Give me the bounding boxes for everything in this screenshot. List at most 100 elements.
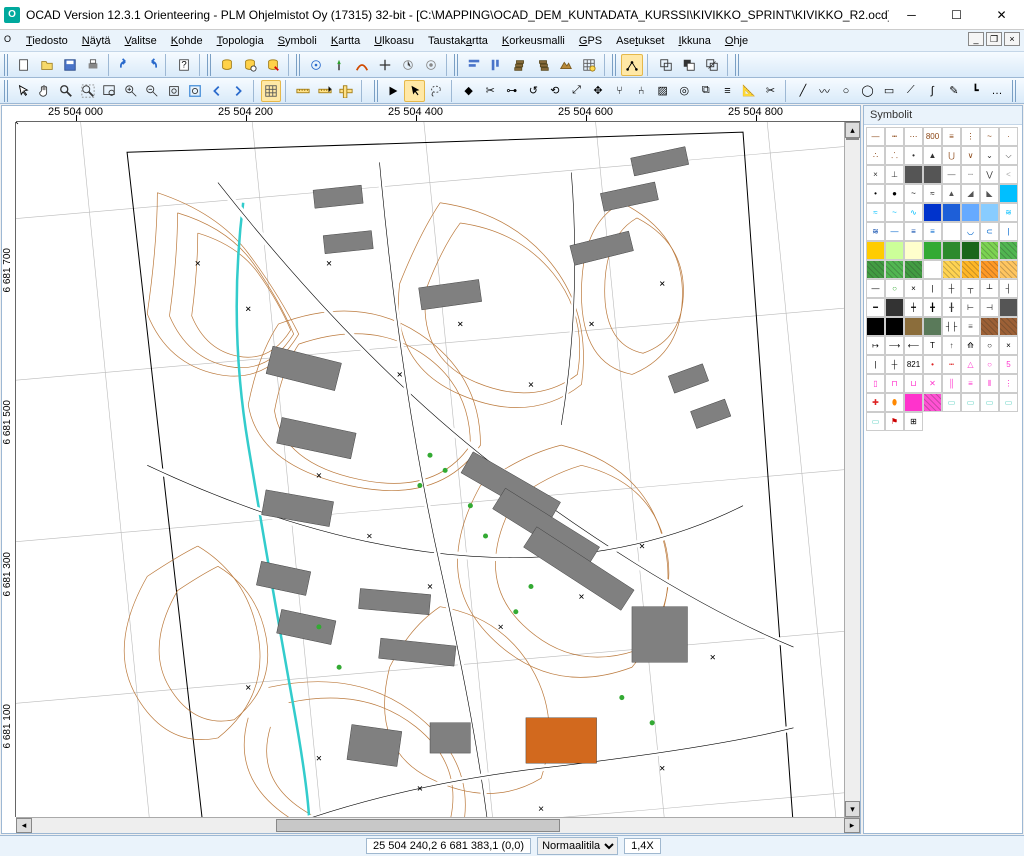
union-button[interactable]	[655, 54, 677, 76]
symbol-swatch[interactable]: ≡	[942, 127, 961, 146]
symbol-swatch[interactable]	[866, 317, 885, 336]
align-left-button[interactable]	[486, 54, 508, 76]
symbol-swatch[interactable]: ┅	[885, 127, 904, 146]
layers-left-button[interactable]	[509, 54, 531, 76]
duplicate-button[interactable]: ⧉	[696, 80, 717, 102]
symbol-swatch[interactable]: ≈	[866, 203, 885, 222]
select-tool[interactable]	[404, 80, 425, 102]
symbol-swatch[interactable]: 800	[923, 127, 942, 146]
zoom-prev-button[interactable]	[207, 80, 228, 102]
symbol-swatch[interactable]: ·	[999, 127, 1018, 146]
symbol-swatch[interactable]: ≡	[961, 374, 980, 393]
redo-button[interactable]	[139, 54, 161, 76]
symbol-swatch[interactable]: ⊞	[904, 412, 923, 431]
menu-asetukset[interactable]: Asetukset	[610, 33, 670, 49]
symbol-swatch[interactable]: ○	[980, 336, 999, 355]
layers-right-button[interactable]	[532, 54, 554, 76]
symbol-swatch[interactable]: ⊣	[980, 298, 999, 317]
undo-button[interactable]	[116, 54, 138, 76]
symbol-swatch[interactable]: ◢	[961, 184, 980, 203]
menu-ikkuna[interactable]: Ikkuna	[672, 33, 716, 49]
toolbar-grip[interactable]	[207, 54, 213, 76]
reverse-button[interactable]: ↺	[523, 80, 544, 102]
symbol-swatch[interactable]	[904, 165, 923, 184]
draw-bezier-tool[interactable]: ∫	[922, 80, 943, 102]
pan-tool[interactable]	[34, 80, 55, 102]
symbol-swatch[interactable]	[942, 241, 961, 260]
symbol-swatch[interactable]	[980, 317, 999, 336]
grid-toggle-button[interactable]	[261, 80, 282, 102]
symbol-swatch[interactable]	[904, 317, 923, 336]
symbol-swatch[interactable]: ◡	[961, 222, 980, 241]
symbol-swatch[interactable]: ≋	[999, 203, 1018, 222]
symbol-swatch[interactable]: ≡	[904, 222, 923, 241]
symbol-swatch[interactable]: ⦀	[980, 374, 999, 393]
menu-korkeusmalli[interactable]: Korkeusmalli	[496, 33, 571, 49]
symbol-swatch[interactable]	[923, 241, 942, 260]
symbol-swatch[interactable]: ◣	[980, 184, 999, 203]
db-query-button[interactable]	[239, 54, 261, 76]
symbol-swatch[interactable]	[999, 184, 1018, 203]
ruler-offset-button[interactable]	[314, 80, 335, 102]
menu-näytä[interactable]: Näytä	[76, 33, 117, 49]
split-button[interactable]: ⑂	[609, 80, 630, 102]
snap-vertex-button[interactable]	[621, 54, 643, 76]
symbol-swatch[interactable]: ━	[866, 298, 885, 317]
draw-rect-tool[interactable]: ▭	[879, 80, 900, 102]
toolbar-grip[interactable]	[296, 54, 302, 76]
symbol-swatch[interactable]: ∿	[904, 203, 923, 222]
symbol-swatch[interactable]: ✕	[923, 374, 942, 393]
toolbar-grip[interactable]	[374, 80, 380, 102]
draw-polyline-tool[interactable]: ⟋	[900, 80, 921, 102]
play-button[interactable]	[383, 80, 404, 102]
symbol-swatch[interactable]	[980, 203, 999, 222]
symbol-swatch[interactable]: ○	[980, 355, 999, 374]
symbol-swatch[interactable]: ┴	[980, 279, 999, 298]
join-button[interactable]: ⊶	[502, 80, 523, 102]
symbol-swatch[interactable]: ∨	[961, 146, 980, 165]
symbol-swatch[interactable]: ~	[980, 127, 999, 146]
symbol-swatch[interactable]: ▲	[923, 146, 942, 165]
symbol-swatch[interactable]: ▭	[999, 393, 1018, 412]
zoom-out-button[interactable]	[142, 80, 163, 102]
symbol-swatch[interactable]	[923, 203, 942, 222]
symbol-swatch[interactable]: ▭	[866, 412, 885, 431]
layers-grid-button[interactable]	[578, 54, 600, 76]
ruler-button[interactable]	[293, 80, 314, 102]
symbol-swatch[interactable]	[923, 317, 942, 336]
symbol-swatch[interactable]: ✚	[866, 393, 885, 412]
symbol-grid[interactable]: —┅⋯800≡⋮~·∴⸫•▲⋃∨⌄⌵×⊥—┈⋁<•●~≈▲◢◣≈~∿≋≋—≡≡□…	[864, 125, 1022, 833]
cut-button[interactable]: ✂	[480, 80, 501, 102]
zoom-next-button[interactable]	[228, 80, 249, 102]
symbol-swatch[interactable]: ▭	[961, 393, 980, 412]
symbol-swatch[interactable]: ┬	[961, 279, 980, 298]
symbol-swatch[interactable]: ≈	[923, 184, 942, 203]
subtract-button[interactable]	[678, 54, 700, 76]
maximize-button[interactable]: ☐	[934, 0, 979, 30]
symbol-swatch[interactable]: ⋯	[904, 127, 923, 146]
symbol-swatch[interactable]: ⋮	[961, 127, 980, 146]
symbol-swatch[interactable]	[885, 241, 904, 260]
scroll-thumb-h[interactable]	[276, 819, 560, 832]
print-button[interactable]	[82, 54, 104, 76]
symbol-swatch[interactable]: —	[942, 165, 961, 184]
gps-live1-button[interactable]	[397, 54, 419, 76]
symbol-swatch[interactable]: ↑	[942, 336, 961, 355]
symbol-swatch[interactable]: ●	[885, 184, 904, 203]
mdi-close-button[interactable]: ×	[1004, 32, 1020, 46]
menu-symboli[interactable]: Symboli	[272, 33, 323, 49]
symbol-swatch[interactable]	[980, 241, 999, 260]
symbol-swatch[interactable]: ┤	[999, 279, 1018, 298]
symbol-swatch[interactable]: T	[923, 336, 942, 355]
symbol-swatch[interactable]: ⊡	[923, 260, 942, 279]
symbol-swatch[interactable]: ┈	[961, 165, 980, 184]
symbol-swatch[interactable]	[999, 317, 1018, 336]
scale-button[interactable]: ⤢	[566, 80, 587, 102]
symbol-swatch[interactable]: ×	[999, 336, 1018, 355]
status-mode-select[interactable]: Normaalitila	[537, 837, 618, 855]
zoom-fit-button[interactable]	[164, 80, 185, 102]
symbol-swatch[interactable]	[866, 260, 885, 279]
draw-free-tool[interactable]: ✎	[944, 80, 965, 102]
symbol-swatch[interactable]	[904, 260, 923, 279]
symbol-swatch[interactable]: ⋮	[999, 374, 1018, 393]
